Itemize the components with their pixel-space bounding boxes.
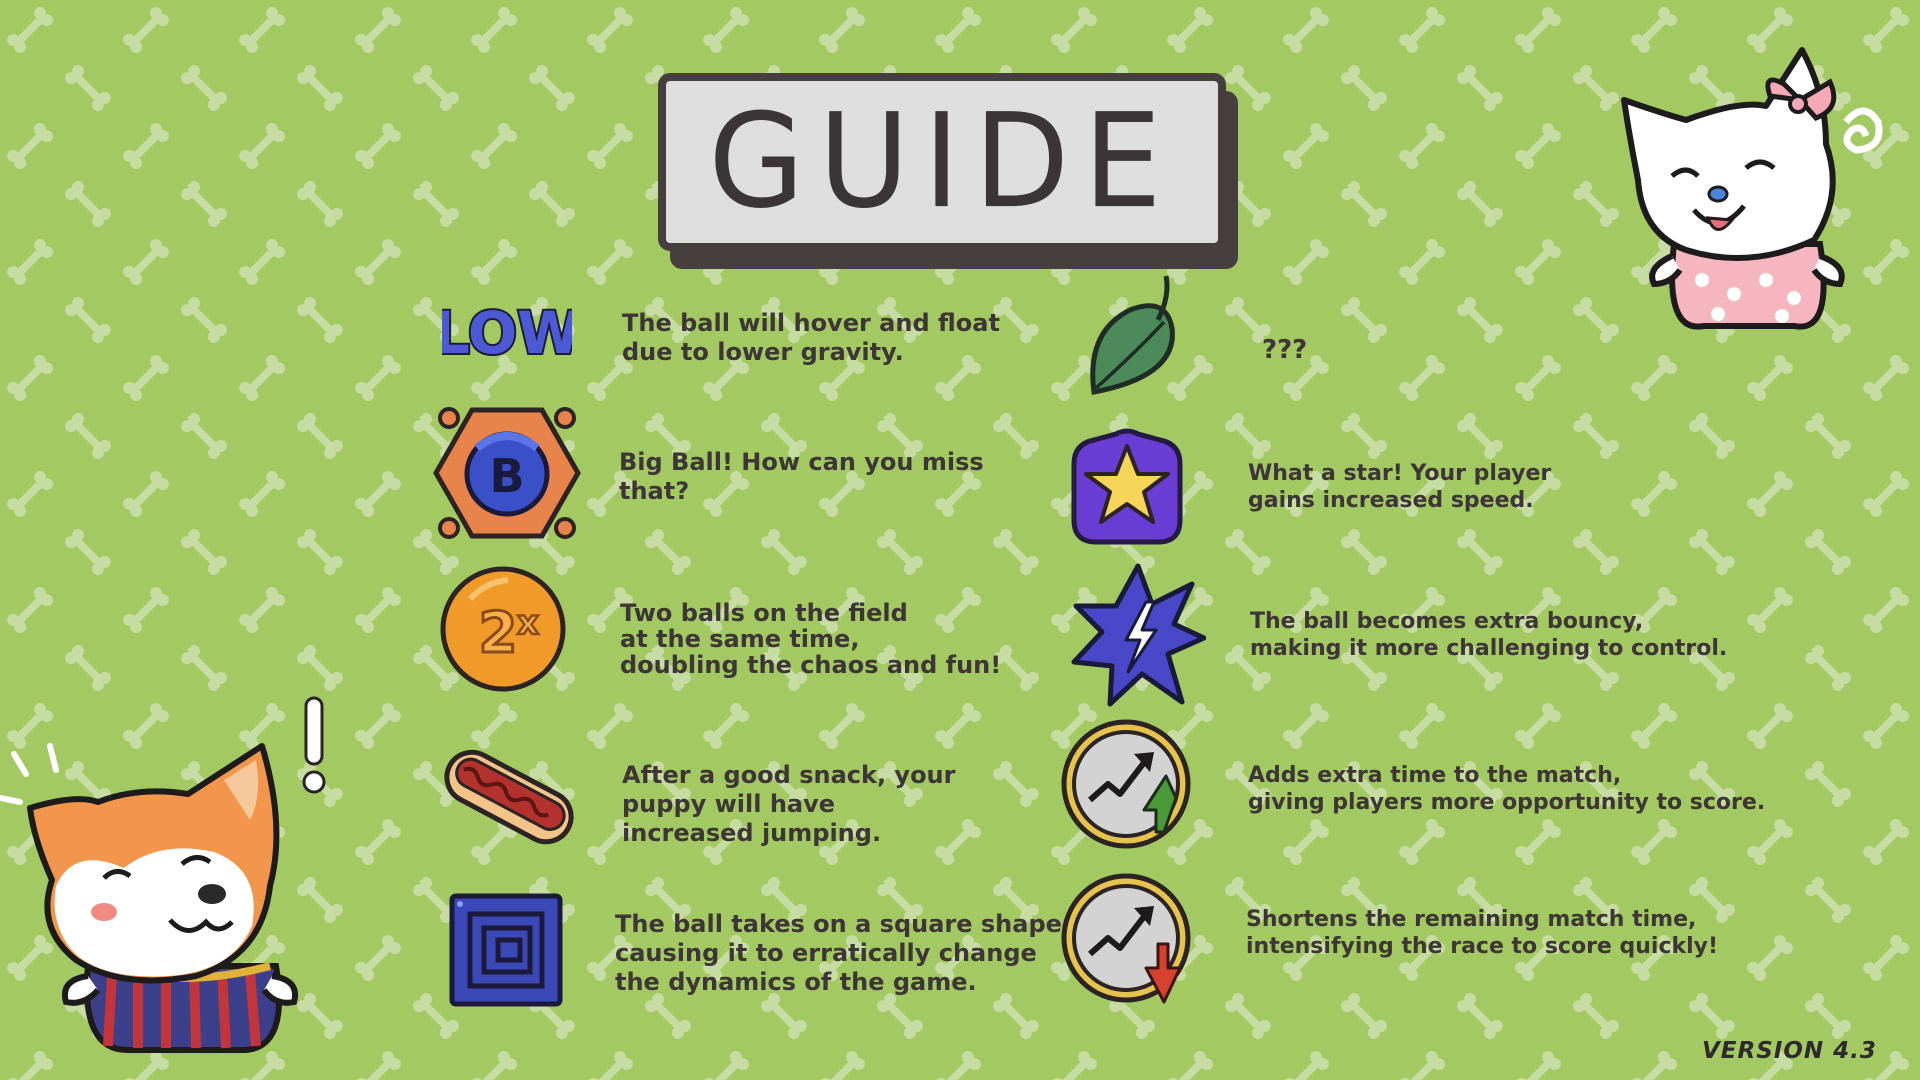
clock-plus-description: Adds extra time to the match, giving pla… bbox=[1248, 763, 1766, 815]
big-ball-description: Big Ball! How can you miss that? bbox=[619, 448, 984, 505]
square-ball-description: The ball takes on a square shape, causin… bbox=[615, 910, 1072, 996]
leaf-icon bbox=[1090, 275, 1175, 395]
star-description: What a star! Your player gains increased… bbox=[1248, 461, 1552, 513]
version-label: VERSION 4.3 bbox=[1702, 1038, 1877, 1064]
clock-plus-icon bbox=[1061, 719, 1191, 849]
square-ball-icon bbox=[449, 893, 563, 1007]
low-gravity-description: The ball will hover and float due to low… bbox=[622, 309, 1000, 366]
svg-text:2: 2 bbox=[479, 601, 518, 666]
svg-text:x: x bbox=[517, 603, 539, 643]
double-ball-icon: 2 x bbox=[440, 566, 566, 692]
hotdog-icon bbox=[444, 749, 574, 845]
hotdog-description: After a good snack, your puppy will have… bbox=[622, 761, 956, 847]
clock-minus-description: Shortens the remaining match time, inten… bbox=[1246, 907, 1719, 959]
white-cat-character bbox=[1621, 47, 1883, 330]
svg-text:LOW: LOW bbox=[442, 299, 572, 367]
lightning-burst-icon bbox=[1071, 563, 1206, 707]
lightning-description: The ball becomes extra bouncy, making it… bbox=[1250, 609, 1728, 661]
guide-title-box: GUIDE bbox=[658, 73, 1226, 251]
low-gravity-icon: LOW bbox=[442, 297, 572, 369]
star-icon bbox=[1071, 428, 1183, 545]
page-title: GUIDE bbox=[708, 86, 1176, 238]
svg-text:B: B bbox=[489, 449, 524, 503]
big-ball-icon: B bbox=[433, 407, 581, 539]
shiba-dog-character bbox=[0, 696, 326, 1054]
double-ball-description: Two balls on the field at the same time,… bbox=[620, 599, 1002, 679]
clock-minus-icon bbox=[1061, 873, 1191, 1004]
leaf-description: ??? bbox=[1262, 335, 1308, 365]
